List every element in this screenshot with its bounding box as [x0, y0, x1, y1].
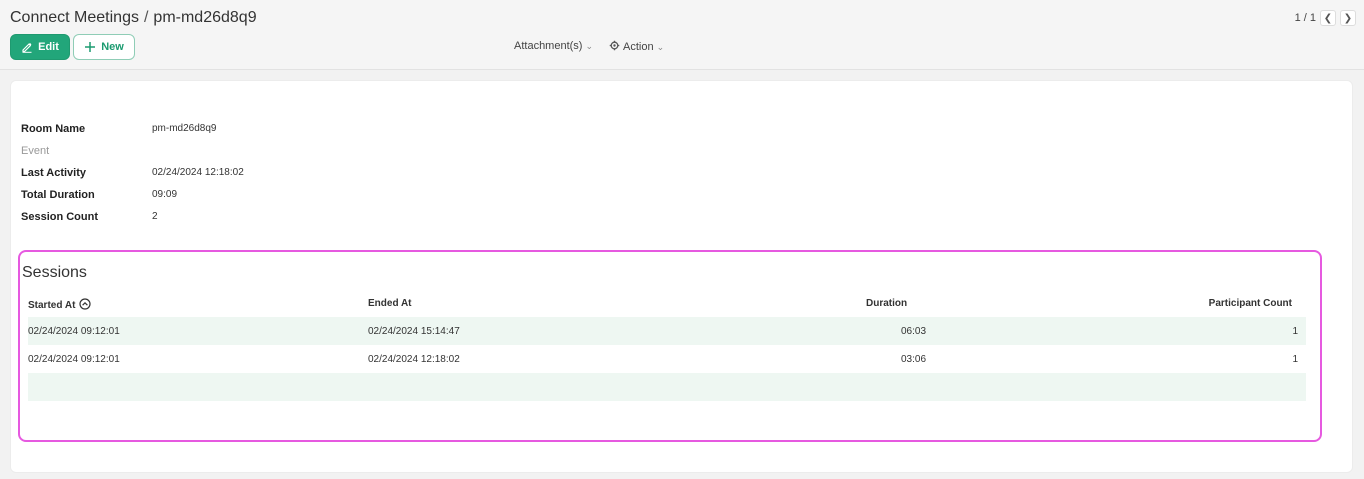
- table-row[interactable]: 02/24/2024 09:12:01 02/24/2024 12:18:02 …: [28, 345, 1306, 373]
- started-at-header-label: Started At: [28, 300, 76, 311]
- edit-button[interactable]: Edit: [10, 34, 70, 60]
- session-count-label: Session Count: [21, 211, 99, 223]
- chevron-down-icon: ⌄: [656, 41, 665, 52]
- next-record-button[interactable]: ❯: [1340, 10, 1356, 26]
- total-duration-label: Total Duration: [21, 189, 95, 201]
- attachments-menu[interactable]: Attachment(s) ⌄: [514, 40, 593, 52]
- column-header-ended-at[interactable]: Ended At: [368, 298, 412, 309]
- chevron-left-icon: ❮: [1323, 12, 1333, 24]
- participant-count-cell: 1: [1292, 326, 1298, 337]
- chevron-right-icon: ❯: [1343, 12, 1353, 24]
- new-button[interactable]: New: [73, 34, 135, 60]
- chevron-down-icon: ⌄: [585, 40, 594, 51]
- breadcrumb-separator: /: [143, 9, 149, 26]
- column-header-participant-count[interactable]: Participant Count: [1209, 298, 1292, 309]
- control-panel: Connect Meetings / pm-md26d8q9 Edit New At…: [0, 0, 1364, 70]
- ended-at-header-label: Ended At: [368, 298, 412, 309]
- breadcrumb: Connect Meetings / pm-md26d8q9: [10, 9, 257, 27]
- attachments-label: Attachment(s): [514, 40, 583, 52]
- gear-icon: [609, 40, 620, 54]
- session-count-value: 2: [152, 211, 158, 222]
- room-name-label: Room Name: [21, 123, 86, 135]
- plus-icon: [84, 41, 96, 53]
- previous-record-button[interactable]: ❮: [1320, 10, 1336, 26]
- last-activity-label: Last Activity: [21, 167, 87, 179]
- sessions-section: Sessions Started At Ended At Duration Pa…: [18, 250, 1322, 442]
- ended-at-cell: 02/24/2024 12:18:02: [368, 354, 460, 365]
- room-name-value: pm-md26d8q9: [152, 123, 217, 134]
- participant-count-cell: 1: [1292, 354, 1298, 365]
- started-at-cell: 02/24/2024 09:12:01: [28, 354, 120, 365]
- pager-counter: 1 / 1: [1294, 12, 1316, 24]
- form-sheet: Room Name pm-md26d8q9 Event Last Activit…: [10, 80, 1353, 473]
- total-duration-value: 09:09: [152, 189, 178, 200]
- table-empty-row: [28, 373, 1306, 401]
- column-header-started-at[interactable]: Started At: [28, 298, 92, 313]
- ended-at-cell: 02/24/2024 15:14:47: [368, 326, 460, 337]
- participant-count-header-label: Participant Count: [1208, 298, 1292, 309]
- duration-cell: 06:03: [901, 326, 927, 337]
- last-activity-value: 02/24/2024 12:18:02: [152, 167, 244, 178]
- event-label: Event: [21, 145, 50, 157]
- edit-button-label: Edit: [38, 41, 59, 53]
- action-label: Action: [623, 41, 654, 53]
- started-at-cell: 02/24/2024 09:12:01: [28, 326, 120, 337]
- table-row[interactable]: 02/24/2024 09:12:01 02/24/2024 15:14:47 …: [28, 317, 1306, 345]
- sessions-title: Sessions: [22, 264, 87, 281]
- sort-ascending-icon: [79, 298, 92, 313]
- pager: 1 / 1 ❮ ❯: [1295, 10, 1356, 26]
- action-menu[interactable]: Action ⌄: [609, 40, 664, 54]
- new-button-label: New: [101, 41, 124, 53]
- duration-header-label: Duration: [866, 298, 908, 309]
- breadcrumb-current: pm-md26d8q9: [153, 9, 257, 26]
- pencil-icon: [21, 41, 33, 53]
- column-header-duration[interactable]: Duration: [866, 298, 907, 309]
- breadcrumb-parent[interactable]: Connect Meetings: [10, 9, 139, 26]
- duration-cell: 03:06: [901, 354, 927, 365]
